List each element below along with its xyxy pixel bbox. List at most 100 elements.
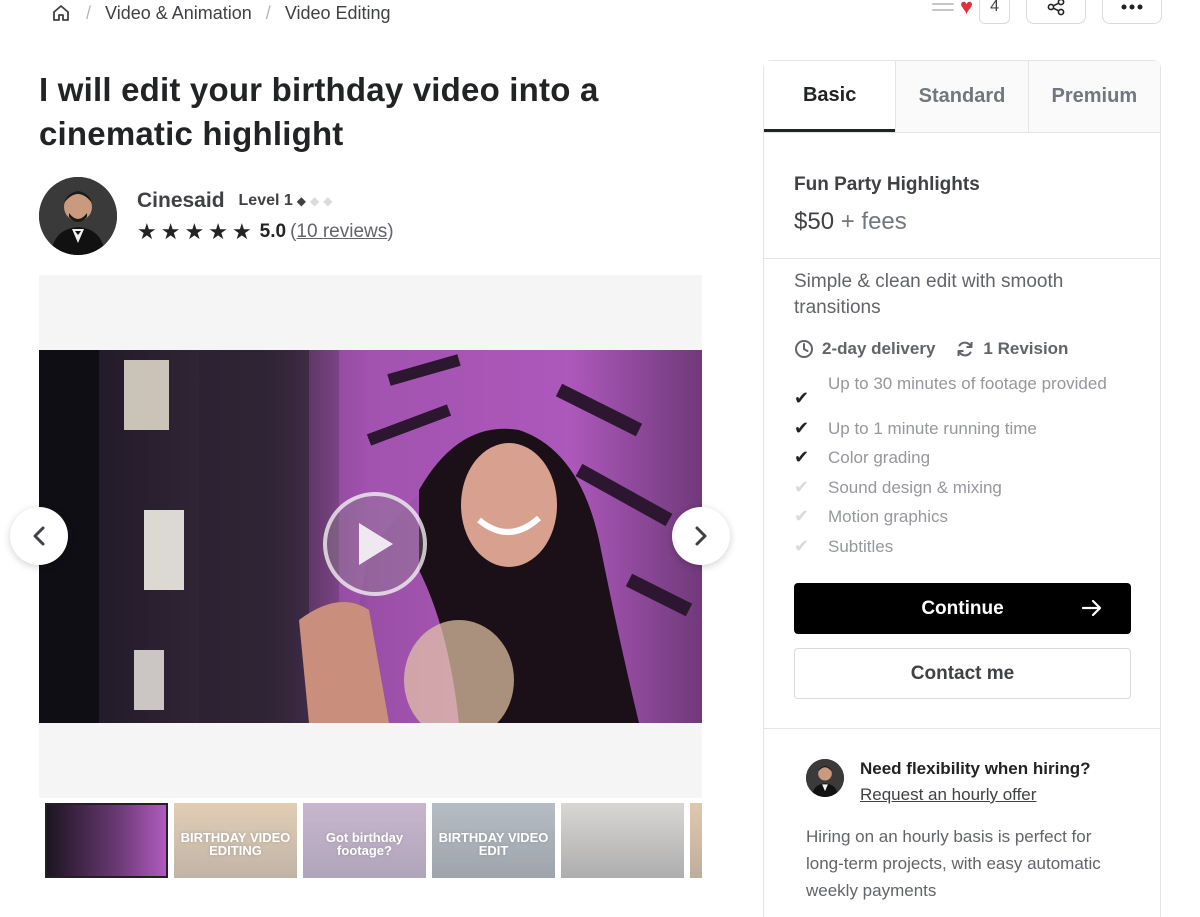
feature-label: Motion graphics [828, 507, 949, 526]
feature-item: ✔ Up to 30 minutes of footage provided [794, 369, 1130, 414]
package-description: Simple & clean edit with smooth transiti… [794, 271, 1064, 318]
level-diamond-icon: ◆ [310, 194, 320, 208]
seller-info: Cinesaid Level 1 ◆ ◆ ◆ ★ ★ ★ ★ ★ 5.0 (10… [137, 189, 394, 243]
star-icon: ★ [208, 219, 228, 244]
feature-item: ✔ Motion graphics [794, 502, 1130, 532]
delivery-label: 2-day delivery [822, 339, 936, 358]
seller-avatar-small [806, 759, 844, 797]
level-diamond-icon: ◆ [296, 194, 307, 208]
gallery-video[interactable] [39, 350, 702, 723]
gallery-thumbnail[interactable]: Got birthday footage? [303, 803, 426, 878]
gig-title: I will edit your birthday video into a c… [39, 71, 599, 152]
gallery-thumbnails: BIRTHDAY VIDEO EDITING Got birthday foot… [45, 803, 702, 878]
level-diamond-icon: ◆ [323, 194, 333, 208]
feature-label: Color grading [828, 448, 931, 467]
breadcrumb-item-video-animation[interactable]: Video & Animation [105, 3, 252, 24]
gig-actions: ♥ 4 [932, 0, 1162, 24]
check-icon: ✔ [794, 506, 810, 526]
continue-label: Continue [921, 597, 1004, 619]
feature-label: Subtitles [828, 536, 894, 556]
thumbnail-overlay [432, 803, 555, 878]
divider [764, 258, 1160, 259]
thumbnail-overlay [690, 803, 702, 878]
continue-button[interactable]: Continue [794, 583, 1131, 634]
package-name: Fun Party Highlights [794, 174, 980, 195]
breadcrumb-item-video-editing[interactable]: Video Editing [285, 3, 391, 24]
check-icon: ✔ [794, 388, 810, 408]
check-icon: ✔ [794, 447, 810, 467]
price-amount: $50 [794, 208, 835, 235]
list-icon[interactable] [932, 0, 955, 18]
seller-name-row: Cinesaid Level 1 ◆ ◆ ◆ [137, 189, 394, 213]
seller-overview: Cinesaid Level 1 ◆ ◆ ◆ ★ ★ ★ ★ ★ 5.0 (10… [39, 177, 394, 255]
reviews-link[interactable]: 10 reviews [296, 221, 387, 242]
save-group: ♥ 4 [932, 0, 1010, 24]
arrow-right-icon [1081, 599, 1102, 617]
feature-item: ✔ Color grading [794, 443, 1130, 473]
reviews-count: (10 reviews) [290, 221, 393, 243]
feature-item: ✔ Sound design & mixing [794, 473, 1130, 503]
gallery-next-button[interactable] [672, 507, 730, 565]
price-fees: + fees [834, 208, 907, 235]
star-icon: ★ [184, 219, 205, 244]
seller-level-label: Level 1 [238, 192, 293, 209]
clock-icon [795, 340, 813, 358]
seller-name[interactable]: Cinesaid [137, 189, 225, 213]
feature-label: Up to 1 minute running time [828, 418, 1037, 438]
contact-button[interactable]: Contact me [794, 648, 1131, 699]
gallery-thumbnail[interactable] [561, 803, 684, 878]
gallery-thumbnail[interactable] [690, 803, 702, 878]
gallery-thumbnail[interactable]: BIRTHDAY VIDEO EDITING [174, 803, 297, 878]
star-icon: ★ [137, 219, 157, 244]
tab-basic[interactable]: Basic [764, 61, 896, 132]
check-icon: ✔ [794, 476, 810, 497]
seller-level: Level 1 ◆ ◆ ◆ [239, 192, 333, 210]
check-icon: ✔ [794, 535, 810, 556]
play-button[interactable] [323, 492, 427, 596]
package-content: Fun Party Highlights $50 + fees Simple &… [764, 174, 1160, 729]
revisions: 1 Revision [955, 339, 1068, 359]
rating-row: ★ ★ ★ ★ ★ 5.0 (10 reviews) [137, 221, 394, 243]
chevron-left-icon [33, 526, 45, 546]
tab-premium[interactable]: Premium [1027, 61, 1160, 132]
feature-label: Up to 30 minutes of footage provided [828, 374, 1107, 393]
likes-count: 4 [979, 0, 1010, 24]
feature-item: ✔ Up to 1 minute running time [794, 414, 1130, 444]
hourly-offer-box: Need flexibility when hiring? Request an… [764, 729, 1160, 904]
share-button[interactable] [1026, 0, 1086, 24]
more-button[interactable] [1102, 0, 1162, 24]
refresh-icon [957, 341, 973, 357]
breadcrumb-separator: / [265, 2, 271, 23]
rating-score: 5.0 [259, 221, 287, 242]
heart-icon[interactable]: ♥ [960, 0, 973, 18]
more-icon [1121, 4, 1143, 10]
package-price: $50 + fees [794, 208, 1130, 236]
gallery-thumbnail[interactable] [45, 803, 168, 878]
package-tabs: Basic Standard Premium [764, 61, 1160, 133]
check-icon: ✔ [794, 417, 810, 438]
reviews-close-paren: ) [387, 221, 394, 242]
hourly-offer-title: Need flexibility when hiring? [860, 759, 1091, 778]
tab-standard[interactable]: Standard [895, 61, 1028, 132]
gig-gallery [39, 275, 702, 798]
hourly-offer-text: Need flexibility when hiring? Request an… [860, 759, 1090, 805]
thumbnail-overlay [561, 803, 684, 878]
hourly-offer-link[interactable]: Request an hourly offer [860, 785, 1090, 805]
star-icon: ★ [160, 219, 181, 244]
seller-avatar[interactable] [39, 177, 117, 255]
breadcrumb-separator: / [86, 2, 92, 23]
star-icon: ★ [231, 219, 252, 244]
gallery-thumbnail[interactable]: BIRTHDAY VIDEO EDIT [432, 803, 555, 878]
package-panel: Basic Standard Premium Fun Party Highlig… [763, 60, 1161, 917]
gallery-prev-button[interactable] [10, 507, 68, 565]
revisions-label: 1 Revision [983, 339, 1069, 358]
feature-label: Sound design & mixing [828, 477, 1002, 497]
delivery-time: 2-day delivery [794, 339, 935, 359]
breadcrumb: / Video & Animation / Video Editing [50, 2, 391, 24]
hourly-offer-header: Need flexibility when hiring? Request an… [806, 759, 1118, 805]
home-icon[interactable] [50, 2, 72, 24]
hourly-offer-description: Hiring on an hourly basis is perfect for… [806, 827, 1101, 900]
play-icon [359, 523, 393, 565]
share-icon [1047, 0, 1065, 16]
thumbnail-overlay [303, 803, 426, 878]
